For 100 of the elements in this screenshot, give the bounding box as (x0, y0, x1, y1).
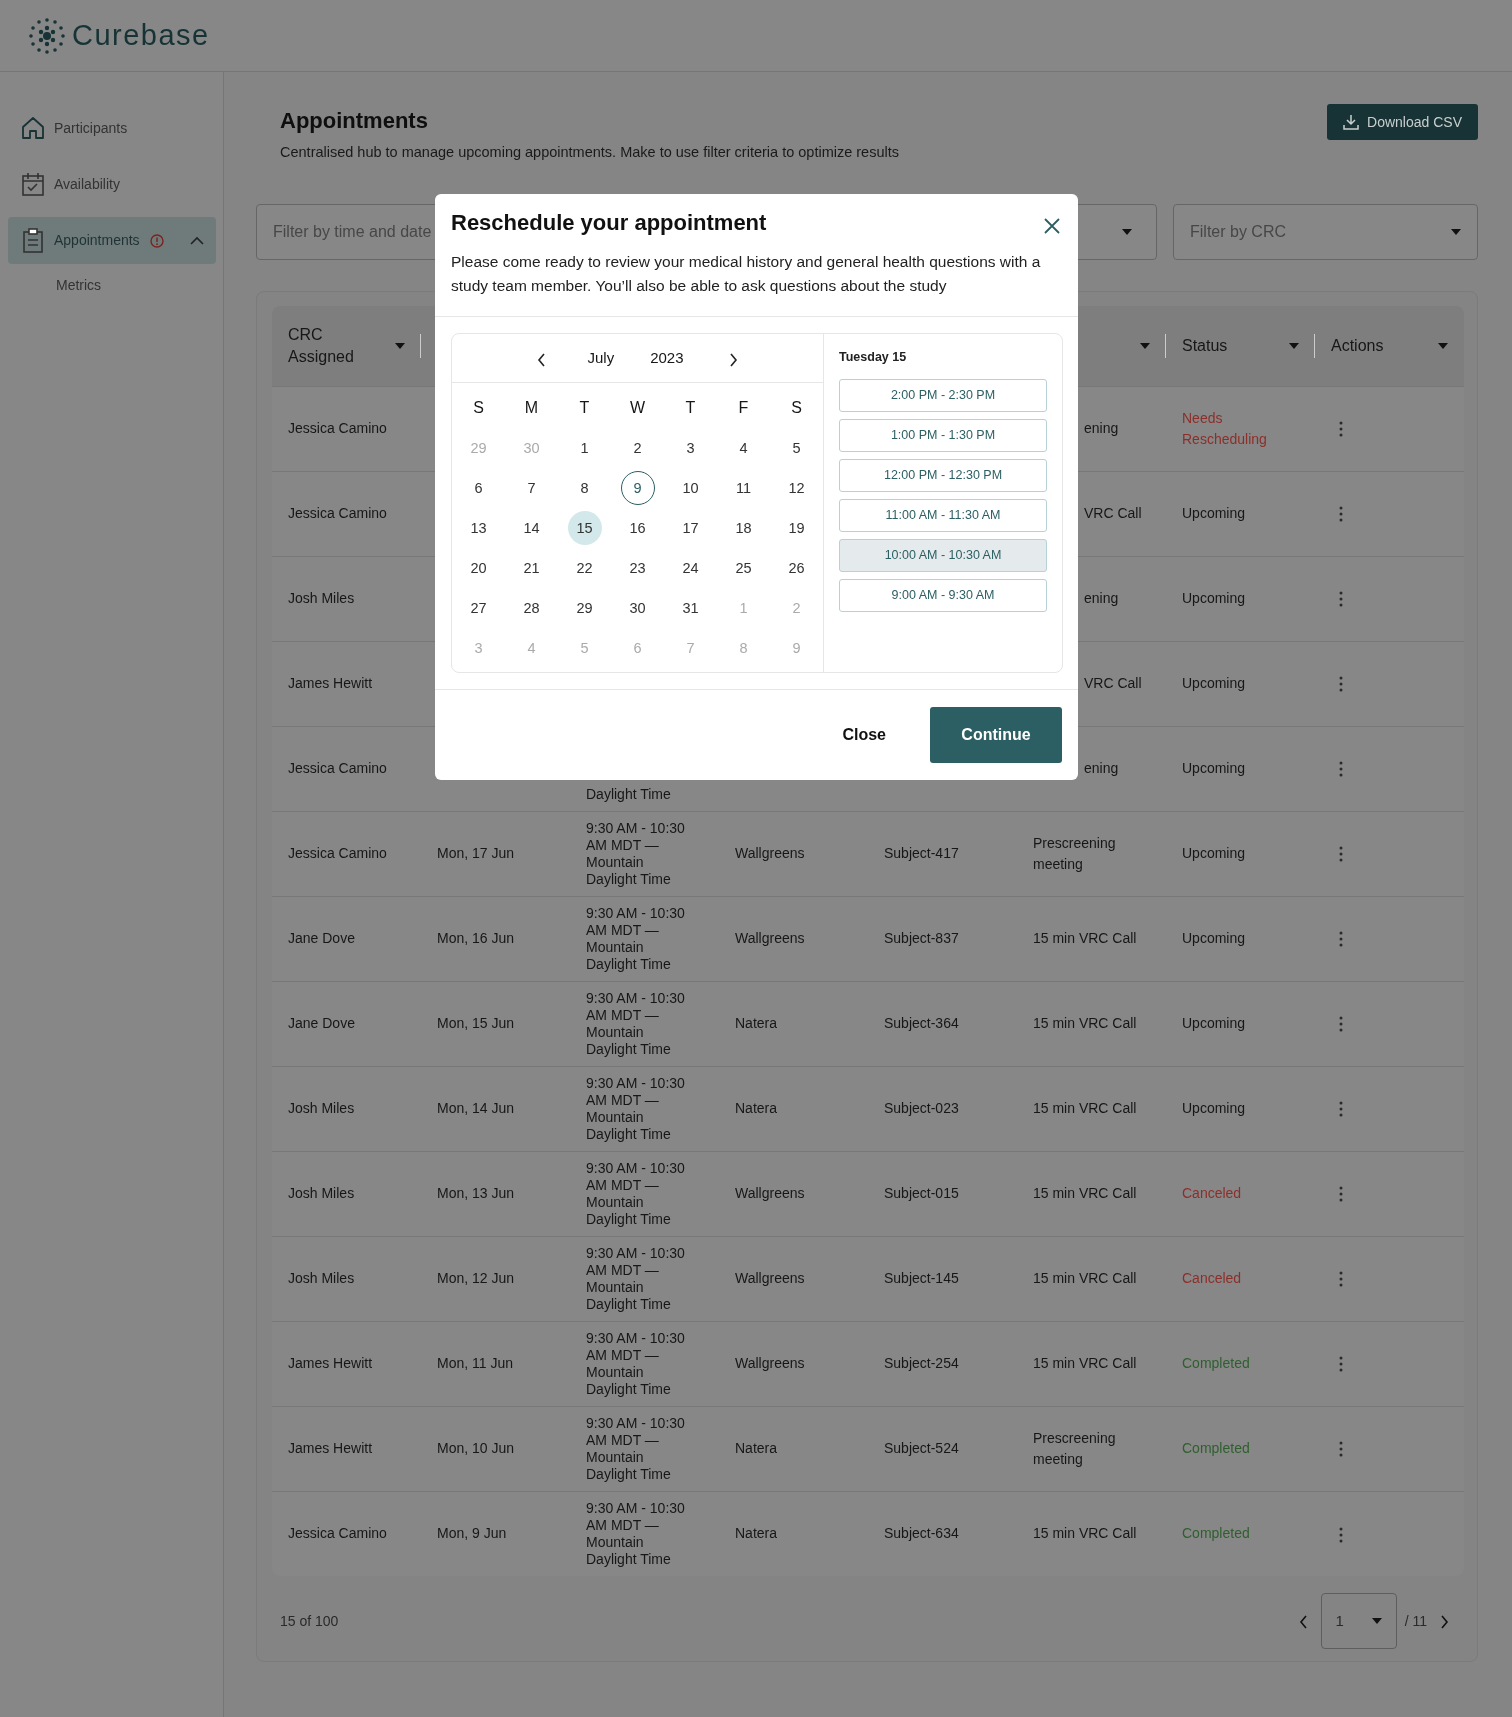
weekday-label: W (628, 398, 647, 419)
calendar-day[interactable]: 11 (726, 471, 761, 506)
caret-icon (1122, 229, 1132, 236)
logo-icon (28, 15, 66, 56)
calendar-day[interactable]: 28 (514, 591, 549, 626)
table-cell-text: James Hewitt (288, 674, 374, 694)
table-cell-text: Canceled (1182, 1269, 1243, 1289)
calendar-day[interactable]: 7 (514, 471, 549, 506)
table-cell-text: Completed (1182, 1439, 1251, 1459)
table-cell-text: Jane Dove (288, 929, 356, 949)
more-vertical-icon[interactable] (1339, 1356, 1343, 1373)
sidebar-item[interactable]: Availability (8, 161, 216, 208)
calendar-day[interactable]: 21 (514, 551, 549, 586)
sidebar-subitem[interactable]: Metrics (0, 270, 108, 300)
table-cell-text: 9:30 AM - 10:30 AM MDT — Mountain Daylight Time (586, 904, 686, 973)
calendar-day[interactable]: 17 (673, 511, 708, 546)
time-slot-button[interactable]: 11:00 AM - 11:30 AM (839, 499, 1047, 533)
calendar-day[interactable]: 13 (461, 511, 496, 546)
close-button[interactable]: Close (836, 722, 892, 749)
calendar-day[interactable]: 4 (726, 431, 761, 466)
chevron-left-icon (535, 353, 547, 368)
slots-heading: Tuesday 15 (839, 349, 908, 367)
calendar-day[interactable]: 19 (779, 511, 814, 546)
table-cell-text: Jane Dove (288, 1014, 356, 1034)
more-vertical-icon[interactable] (1339, 931, 1343, 948)
calendar-day[interactable]: 3 (673, 431, 708, 466)
calendar-day[interactable]: 26 (779, 551, 814, 586)
table-cell-text: Josh Miles (288, 1099, 356, 1119)
calendar-check-icon (20, 171, 46, 198)
table-cell-text: Mon, 12 Jun (437, 1269, 516, 1289)
more-vertical-icon[interactable] (1339, 591, 1343, 608)
table-cell-text: Wallgreens (735, 1269, 806, 1289)
more-vertical-icon[interactable] (1339, 1101, 1343, 1118)
calendar-day[interactable]: 15 (567, 511, 602, 546)
time-slot-button[interactable]: 9:00 AM - 9:30 AM (839, 579, 1047, 613)
calendar-day[interactable]: 24 (673, 551, 708, 586)
page-select[interactable]: 1 (1320, 1593, 1397, 1650)
year-label[interactable]: 2023 (650, 347, 684, 370)
continue-button[interactable]: Continue (930, 707, 1062, 764)
calendar-day[interactable]: 2 (620, 431, 655, 466)
table-cell-text: Mon, 9 Jun (437, 1524, 508, 1544)
calendar-day[interactable]: 12 (779, 471, 814, 506)
calendar-day[interactable]: 29 (567, 591, 602, 626)
month-label[interactable]: July (587, 347, 615, 370)
calendar-day[interactable]: 8 (567, 471, 602, 506)
more-vertical-icon[interactable] (1339, 1441, 1343, 1458)
table-cell-text: Upcoming (1182, 589, 1247, 609)
calendar-day[interactable]: 20 (461, 551, 496, 586)
table-cell-text: Mon, 15 Jun (437, 1014, 516, 1034)
calendar-day[interactable]: 18 (726, 511, 761, 546)
table-cell-text: Subject-837 (884, 929, 960, 949)
more-vertical-icon[interactable] (1339, 1271, 1343, 1288)
calendar-day[interactable]: 5 (779, 431, 814, 466)
table-cell-text: Wallgreens (735, 844, 806, 864)
table-cell-text: Subject-634 (884, 1524, 960, 1544)
time-slot-button[interactable]: 1:00 PM - 1:30 PM (839, 419, 1047, 453)
table-cell-text: Completed (1182, 1354, 1251, 1374)
dialog-title: Reschedule your appointment (451, 210, 767, 237)
more-vertical-icon[interactable] (1339, 676, 1343, 693)
more-vertical-icon[interactable] (1339, 761, 1343, 778)
calendar-day[interactable]: 10 (673, 471, 708, 506)
table-cell-text: Jessica Camino (288, 1524, 388, 1544)
table-cell-text: 9:30 AM - 10:30 AM MDT — Mountain Daylight Time (586, 1159, 686, 1228)
sidebar-item[interactable]: Participants (8, 105, 216, 152)
more-vertical-icon[interactable] (1339, 1186, 1343, 1203)
time-slot-button[interactable]: 12:00 PM - 12:30 PM (839, 459, 1047, 493)
table-cell-text: Upcoming (1182, 1014, 1247, 1034)
table-cell-text: ening (1084, 419, 1120, 439)
calendar-day[interactable]: 27 (461, 591, 496, 626)
table-cell-text: Wallgreens (735, 1354, 806, 1374)
calendar-day[interactable]: 16 (620, 511, 655, 546)
more-vertical-icon[interactable] (1339, 421, 1343, 438)
table-cell-text: Mon, 13 Jun (437, 1184, 516, 1204)
calendar-day[interactable]: 14 (514, 511, 549, 546)
table-cell-text: Subject-254 (884, 1354, 960, 1374)
column-header[interactable]: Status (1182, 334, 1228, 357)
column-header[interactable]: Actions (1331, 334, 1384, 357)
calendar-day[interactable]: 30 (620, 591, 655, 626)
table-cell-text: VRC Call (1084, 504, 1143, 524)
calendar-day[interactable]: 22 (567, 551, 602, 586)
time-slot-button[interactable]: 2:00 PM - 2:30 PM (839, 379, 1047, 413)
more-vertical-icon[interactable] (1339, 506, 1343, 523)
calendar-day[interactable]: 25 (726, 551, 761, 586)
table-cell-text: 15 min VRC Call (1033, 929, 1138, 949)
more-vertical-icon[interactable] (1339, 846, 1343, 863)
table-cell-text: Mon, 17 Jun (437, 844, 516, 864)
more-vertical-icon[interactable] (1339, 1016, 1343, 1033)
table-cell-text: 9:30 AM - 10:30 AM MDT — Mountain Daylight Time (586, 1499, 686, 1568)
chevron-right-icon (728, 353, 740, 368)
calendar-day[interactable]: 23 (620, 551, 655, 586)
weekday-label: S (790, 398, 803, 419)
calendar-day[interactable]: 6 (461, 471, 496, 506)
download-button[interactable]: Download CSV (1327, 104, 1478, 140)
more-vertical-icon[interactable] (1339, 1526, 1343, 1543)
calendar-day[interactable]: 1 (567, 431, 602, 466)
page-title: Appointments (280, 108, 429, 135)
time-slot-button[interactable]: 10:00 AM - 10:30 AM (839, 539, 1047, 573)
table-cell-text: Josh Miles (288, 1184, 356, 1204)
table-cell-text: Subject-023 (884, 1099, 960, 1119)
calendar-day[interactable]: 31 (673, 591, 708, 626)
